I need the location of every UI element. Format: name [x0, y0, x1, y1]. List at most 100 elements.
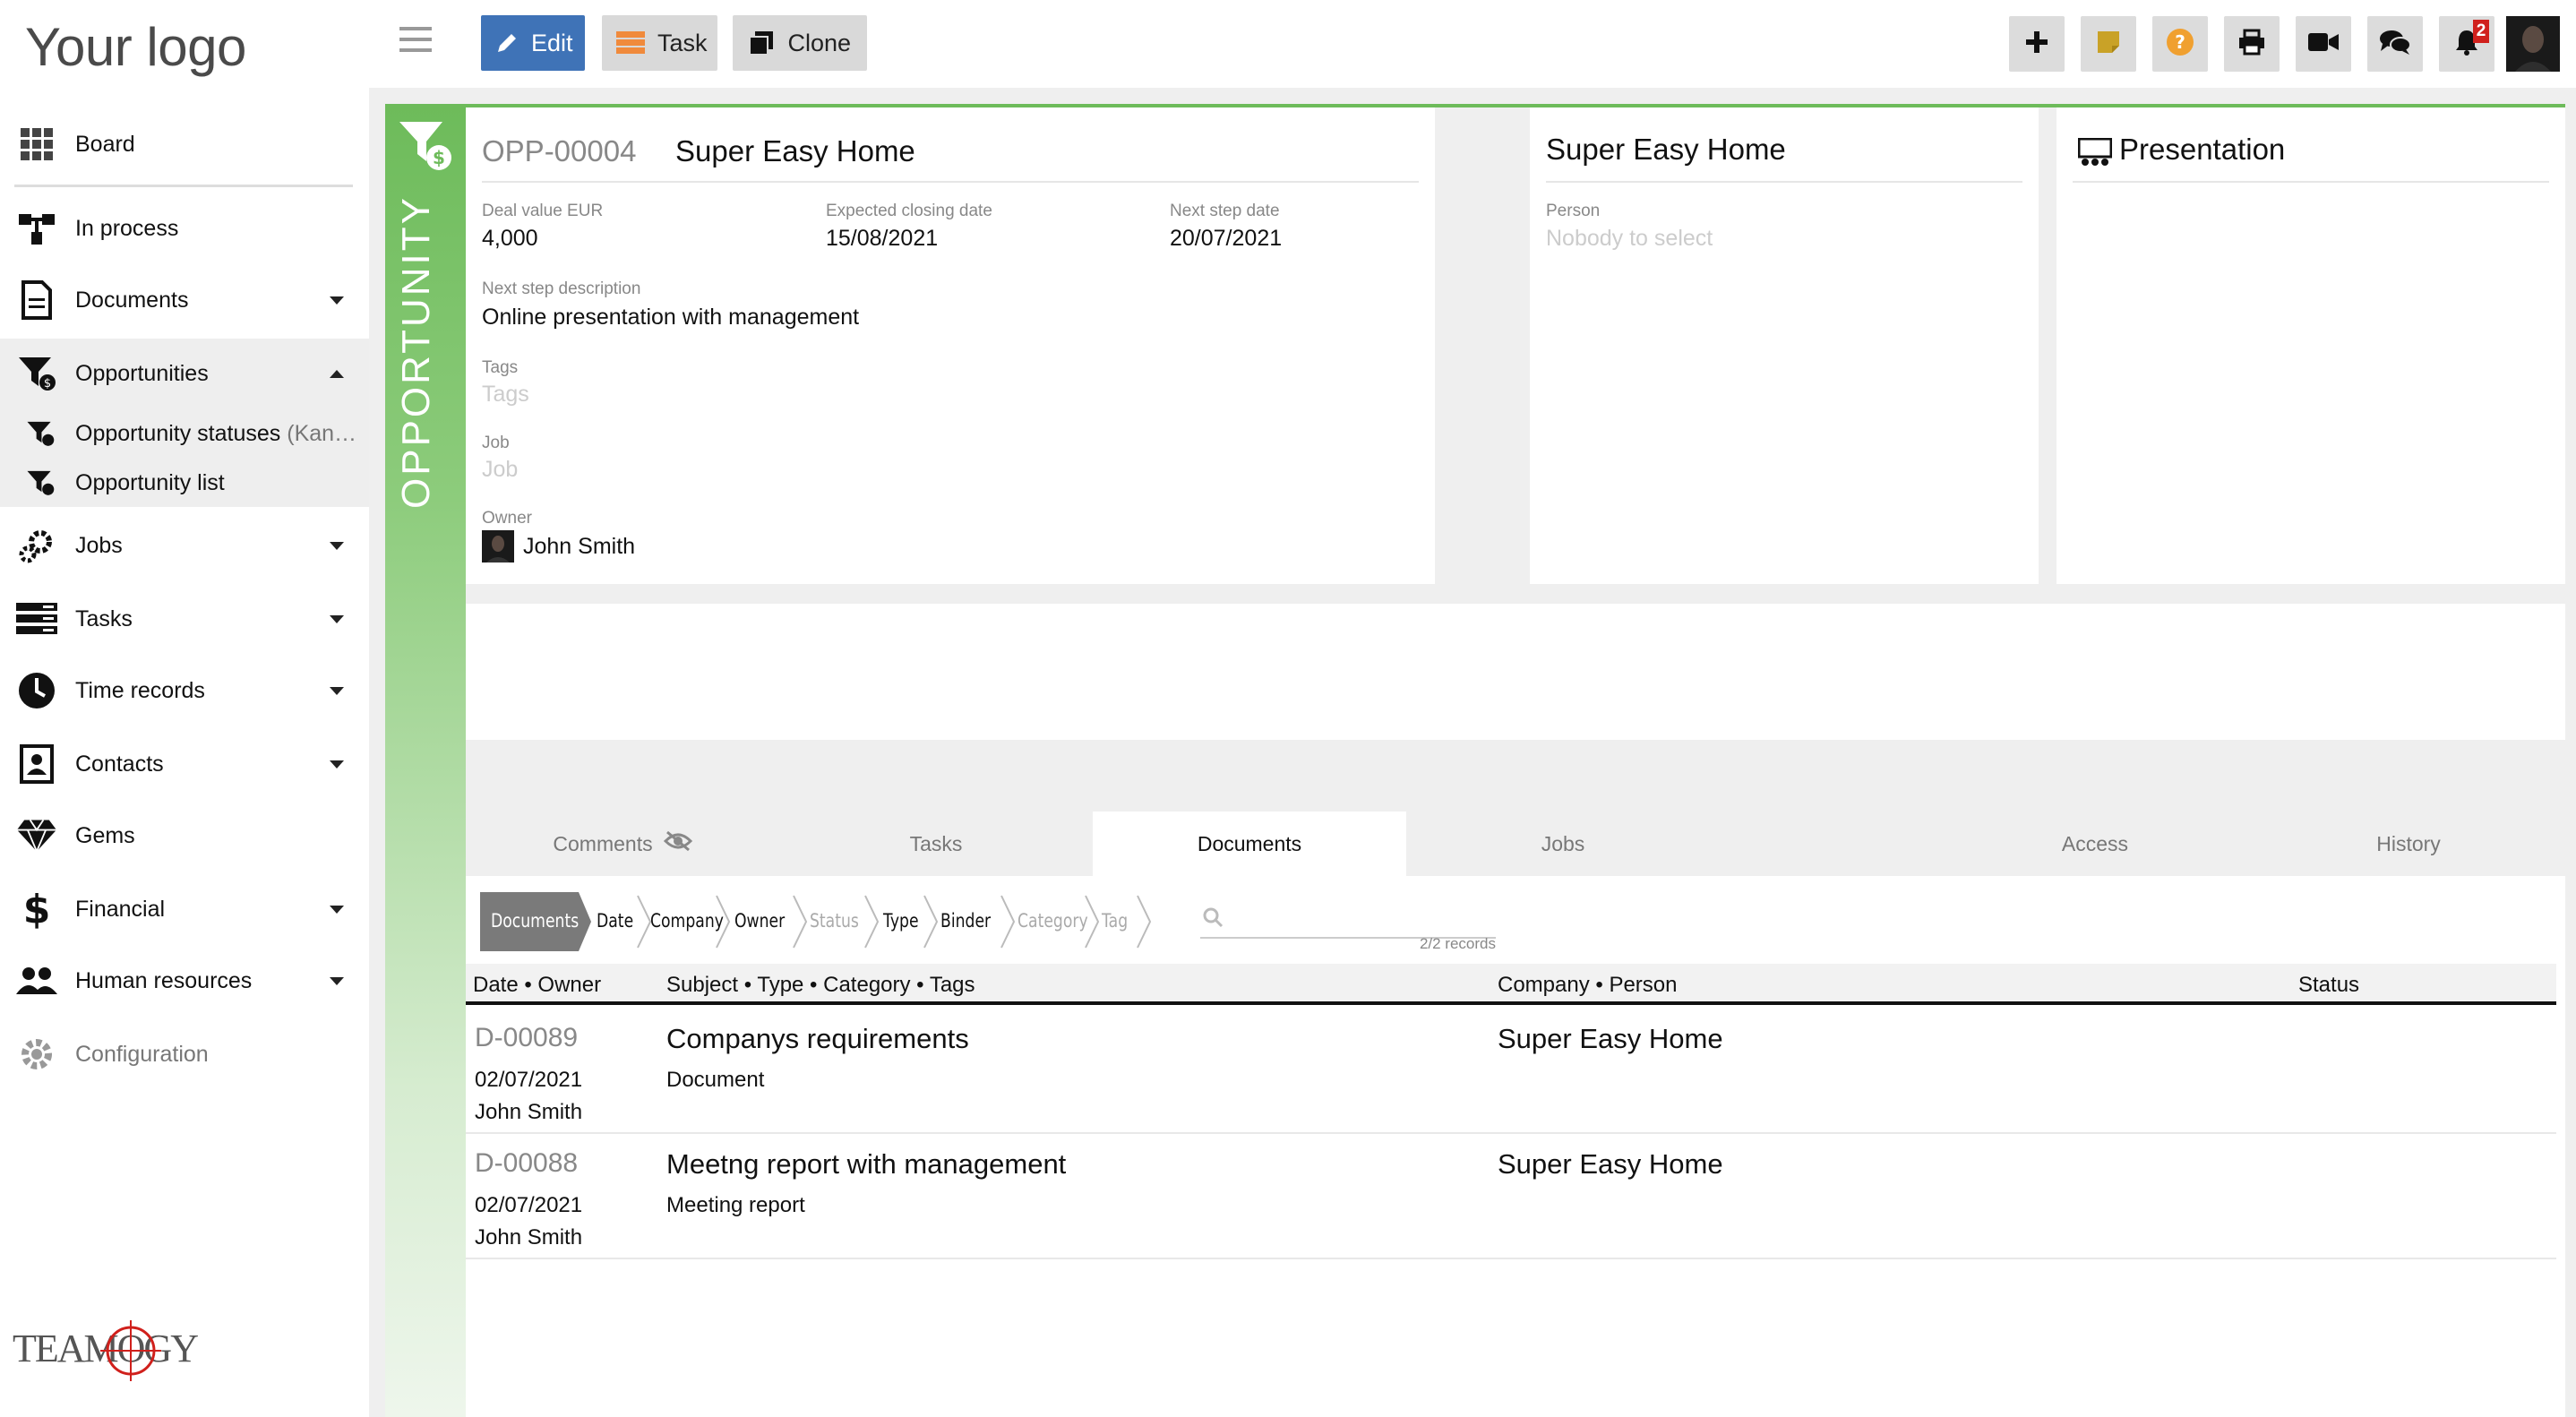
sidebar-item-configuration[interactable]: Configuration — [0, 1019, 369, 1089]
gears-icon — [16, 525, 57, 566]
sidebar-item-label: Financial — [75, 896, 166, 922]
closing-date: 15/08/2021 — [826, 226, 939, 251]
tab-jobs[interactable]: Jobs — [1406, 812, 1720, 876]
sidebar-item-label: Documents — [75, 287, 189, 313]
sticky-note-button[interactable] — [2081, 16, 2136, 72]
crumb-status[interactable]: Status — [810, 910, 859, 932]
owner-label: Owner — [482, 509, 532, 528]
crumb-documents[interactable]: Documents — [491, 910, 579, 932]
column-header-company[interactable]: Company • Person — [1498, 973, 1678, 998]
document-company[interactable]: Super Easy Home — [1498, 1148, 1723, 1181]
chevron-down-icon[interactable] — [330, 296, 344, 305]
help-button[interactable]: ? — [2152, 16, 2208, 72]
sidebar-item-documents[interactable]: Documents — [0, 265, 369, 335]
presentation-title: Presentation — [2119, 133, 2286, 166]
crumb-company[interactable]: Company — [650, 910, 724, 932]
print-button[interactable] — [2224, 16, 2280, 72]
chevron-down-icon[interactable] — [330, 977, 344, 985]
tags-field[interactable]: Tags — [482, 382, 529, 408]
column-header-date-owner[interactable]: Date • Owner — [473, 973, 601, 998]
opportunity-id: OPP-00004 — [482, 134, 637, 167]
chat-button[interactable] — [2367, 16, 2423, 72]
task-button[interactable]: Task — [602, 15, 717, 71]
sidebar-item-opportunity-list[interactable]: Opportunity list — [0, 459, 369, 507]
tab-bar: Comments Tasks Documents Jobs Access His… — [466, 812, 2565, 876]
column-header-status[interactable]: Status — [2298, 973, 2359, 998]
tab-access[interactable]: Access — [1938, 812, 2252, 876]
sidebar-item-jobs[interactable]: Jobs — [0, 511, 369, 580]
table-row[interactable]: D-00088 02/07/2021 John Smith Meetng rep… — [466, 1134, 2556, 1259]
sidebar-item-opportunities[interactable]: $ Opportunities — [0, 339, 369, 408]
tasks-icon — [16, 598, 57, 640]
column-header-subject[interactable]: Subject • Type • Category • Tags — [666, 973, 975, 998]
crumb-binder[interactable]: Binder — [940, 910, 991, 932]
search-input[interactable] — [1200, 903, 1496, 939]
divider — [1546, 181, 2022, 183]
tab-history[interactable]: History — [2252, 812, 2565, 876]
owner-avatar — [482, 530, 514, 563]
sidebar-item-in-process[interactable]: In process — [0, 193, 369, 263]
sidebar-item-label: Time records — [75, 677, 205, 703]
sidebar-item-tasks[interactable]: Tasks — [0, 584, 369, 654]
chevron-down-icon[interactable] — [330, 760, 344, 769]
document-subject[interactable]: Meetng report with management — [666, 1148, 1066, 1181]
document-date: 02/07/2021 — [475, 1193, 583, 1217]
notifications-button[interactable]: 2 — [2439, 16, 2494, 72]
printer-icon — [2237, 29, 2266, 60]
company-title[interactable]: Super Easy Home — [1546, 133, 1786, 167]
clone-button-label: Clone — [787, 29, 851, 56]
job-field[interactable]: Job — [482, 457, 518, 483]
svg-text:$: $ — [44, 377, 51, 391]
sidebar-item-label: Human resources — [75, 967, 253, 993]
sidebar-item-opportunity-statuses[interactable]: Opportunity statuses (Kan… — [0, 408, 369, 459]
add-button[interactable] — [2009, 16, 2065, 72]
tasks-icon — [616, 29, 645, 57]
table-row[interactable]: D-00089 02/07/2021 John Smith Companys r… — [466, 1009, 2556, 1134]
sidebar-item-label: Board — [75, 131, 135, 157]
owner-name[interactable]: John Smith — [523, 534, 635, 560]
content-area — [466, 604, 2565, 740]
user-avatar[interactable] — [2506, 16, 2560, 72]
sidebar-item-suffix: (Kan… — [287, 420, 357, 446]
document-company[interactable]: Super Easy Home — [1498, 1023, 1723, 1055]
table-header: Date • Owner Subject • Type • Category •… — [466, 964, 2556, 1005]
document-id: D-00088 — [475, 1148, 579, 1178]
video-call-button[interactable] — [2296, 16, 2351, 72]
svg-text:$: $ — [433, 147, 445, 168]
sidebar-item-gems[interactable]: Gems — [0, 801, 369, 871]
tab-tasks[interactable]: Tasks — [779, 812, 1093, 876]
sidebar-item-financial[interactable]: $ Financial — [0, 874, 369, 944]
diamond-icon — [16, 815, 57, 856]
sidebar-item-human-resources[interactable]: Human resources — [0, 946, 369, 1016]
chevron-down-icon[interactable] — [330, 687, 344, 695]
sidebar-item-contacts[interactable]: Contacts — [0, 729, 369, 799]
chevron-up-icon[interactable] — [330, 370, 344, 378]
document-owner: John Smith — [475, 1100, 583, 1124]
crumb-category[interactable]: Category — [1018, 910, 1088, 932]
chevron-down-icon[interactable] — [330, 906, 344, 914]
tab-label: Access — [2061, 831, 2129, 855]
crumb-date[interactable]: Date — [597, 910, 633, 932]
edit-button[interactable]: Edit — [481, 15, 585, 71]
tab-documents[interactable]: Documents — [1093, 812, 1406, 876]
video-camera-icon — [2308, 31, 2339, 57]
hamburger-menu-icon[interactable] — [399, 27, 432, 54]
crumb-tag[interactable]: Tag — [1102, 910, 1128, 932]
crumb-type[interactable]: Type — [883, 910, 919, 932]
gear-icon — [16, 1034, 57, 1075]
sidebar-item-time-records[interactable]: Time records — [0, 656, 369, 726]
eye-slash-icon[interactable] — [663, 830, 692, 857]
top-toolbar: Edit Task Clone ? 2 — [369, 0, 2576, 88]
sidebar-item-board[interactable]: Board — [0, 109, 369, 179]
crumb-owner[interactable]: Owner — [734, 910, 785, 932]
person-field[interactable]: Nobody to select — [1546, 226, 1713, 252]
sidebar-item-label: Opportunity list — [75, 469, 225, 495]
tab-comments[interactable]: Comments — [466, 812, 779, 876]
document-subject[interactable]: Companys requirements — [666, 1023, 969, 1055]
chevron-down-icon[interactable] — [330, 615, 344, 623]
sidebar-item-label: Jobs — [75, 532, 123, 558]
clone-button[interactable]: Clone — [733, 15, 867, 71]
chevron-down-icon[interactable] — [330, 542, 344, 550]
svg-text:?: ? — [2175, 31, 2185, 53]
presentation-icon — [2077, 137, 2113, 173]
